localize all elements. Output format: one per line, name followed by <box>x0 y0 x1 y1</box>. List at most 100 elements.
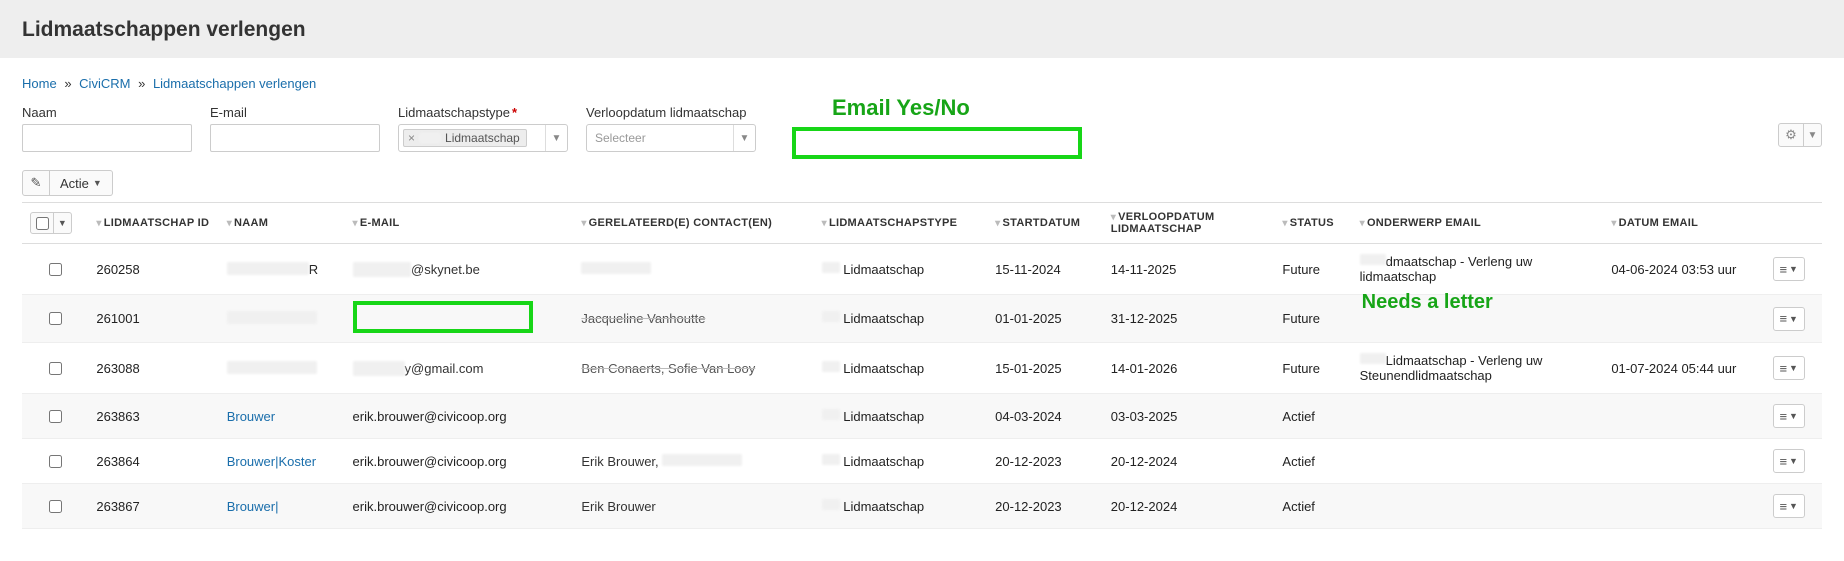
cell-gerelateerd: xxxxxxxx <box>573 244 813 295</box>
cell-datum-email <box>1603 484 1764 529</box>
edit-button[interactable]: ✎ <box>22 170 50 196</box>
row-menu-button[interactable]: ≡▼ <box>1773 404 1805 428</box>
list-icon: ≡ <box>1779 263 1787 276</box>
filters-row: Naam E-mail Lidmaatschapstype* × xx Lidm… <box>22 105 1822 152</box>
cell-onderwerp: xxxdmaatschap - Verleng uw lidmaatschap <box>1352 244 1604 295</box>
cell-type: xx Lidmaatschap <box>814 484 988 529</box>
settings-button[interactable]: ⚙ <box>1778 123 1804 147</box>
row-checkbox[interactable] <box>49 455 62 468</box>
cell-id: 263864 <box>88 439 218 484</box>
cell-startdatum: 20-12-2023 <box>987 484 1103 529</box>
filter-email-label: E-mail <box>210 105 380 120</box>
row-checkbox[interactable] <box>49 312 62 325</box>
filter-naam-input[interactable] <box>22 124 192 152</box>
th-verloop[interactable]: VERLOOPDATUM LIDMAATSCHAP <box>1111 211 1215 235</box>
th-id[interactable]: LIDMAATSCHAP ID <box>104 217 210 229</box>
cell-onderwerp: xxxLidmaatschap - Verleng uw Steunendlid… <box>1352 343 1604 394</box>
cell-email: erik.brouwer@civicoop.org <box>345 439 574 484</box>
row-menu-button[interactable]: ≡▼ <box>1773 449 1805 473</box>
select-all-checkbox[interactable] <box>36 217 49 230</box>
cell-verloopdatum: 31-12-2025 <box>1103 295 1275 343</box>
cell-naam: Brouwer <box>219 394 345 439</box>
gear-icon: ⚙ <box>1785 127 1797 143</box>
header-bar: Lidmaatschappen verlengen <box>0 0 1844 58</box>
cell-naam: xxxxxxxxxx <box>219 343 345 394</box>
chevron-down-icon[interactable]: ▼ <box>733 125 755 151</box>
th-status[interactable]: STATUS <box>1290 217 1334 229</box>
cell-gerelateerd: Erik Brouwer <box>573 484 813 529</box>
cell-verloopdatum: 14-01-2026 <box>1103 343 1275 394</box>
row-checkbox[interactable] <box>49 410 62 423</box>
settings-dropdown[interactable]: ▼ <box>1804 123 1822 147</box>
contact-link[interactable]: Brouwer| <box>227 499 279 514</box>
row-checkbox[interactable] <box>49 263 62 276</box>
cell-onderwerp: Needs a letter <box>1352 295 1604 343</box>
th-start[interactable]: STARTDATUM <box>1002 217 1080 229</box>
row-checkbox[interactable] <box>49 500 62 513</box>
cell-onderwerp <box>1352 439 1604 484</box>
chevron-down-icon[interactable]: ▼ <box>545 125 567 151</box>
row-menu-button[interactable]: ≡▼ <box>1773 356 1805 380</box>
annotation-needs-letter: Needs a letter <box>1362 291 1493 314</box>
chevron-down-icon: ▼ <box>1789 501 1798 511</box>
action-bar: ✎ Actie ▼ <box>22 170 1822 196</box>
filter-type-select[interactable]: × xx Lidmaatschap ▼ <box>398 124 568 152</box>
cell-onderwerp <box>1352 394 1604 439</box>
table-row: 263088xxxxxxxxxxxxxxxxxxy@gmail.comBen C… <box>22 343 1822 394</box>
chevron-down-icon: ▼ <box>1789 363 1798 373</box>
breadcrumb-current[interactable]: Lidmaatschappen verlengen <box>153 76 316 91</box>
annotation-filter-box <box>792 127 1082 159</box>
th-email[interactable]: E-MAIL <box>360 217 400 229</box>
breadcrumb-sep: » <box>138 76 145 91</box>
cell-email: xxxxxxxxy@gmail.com <box>345 343 574 394</box>
chevron-down-icon: ▼ <box>1789 264 1798 274</box>
row-menu-button[interactable]: ≡▼ <box>1773 307 1805 331</box>
cell-id: 263863 <box>88 394 218 439</box>
cell-gerelateerd: Jacqueline Vanhoutte <box>573 295 813 343</box>
th-gerel[interactable]: GERELATEERD(E) CONTACT(EN) <box>589 217 772 229</box>
annotation-empty-email-box <box>353 301 533 333</box>
annotation-email-yesno: Email Yes/No <box>832 95 970 121</box>
settings-button-group: ⚙ ▼ <box>1778 123 1822 147</box>
chevron-down-icon: ▼ <box>1789 411 1798 421</box>
breadcrumb-home[interactable]: Home <box>22 76 57 91</box>
cell-status: Actief <box>1274 394 1351 439</box>
list-icon: ≡ <box>1779 410 1787 423</box>
actie-button[interactable]: Actie ▼ <box>50 170 113 196</box>
cell-id: 261001 <box>88 295 218 343</box>
cell-startdatum: 15-01-2025 <box>987 343 1103 394</box>
select-all-dropdown[interactable]: ▼ <box>53 213 71 233</box>
cell-status: Future <box>1274 244 1351 295</box>
th-onderwerp[interactable]: ONDERWERP EMAIL <box>1367 217 1481 229</box>
th-datum-email[interactable]: DATUM EMAIL <box>1619 217 1698 229</box>
contact-link[interactable]: Brouwer|Koster <box>227 454 316 469</box>
filter-type-label: Lidmaatschapstype* <box>398 105 568 120</box>
cell-datum-email: 01-07-2024 05:44 uur <box>1603 343 1764 394</box>
cell-naam: xxxxxxxxR <box>219 244 345 295</box>
cell-verloopdatum: 14-11-2025 <box>1103 244 1275 295</box>
cell-datum-email <box>1603 394 1764 439</box>
filter-email-input[interactable] <box>210 124 380 152</box>
breadcrumb-sep: » <box>64 76 71 91</box>
results-table: ▼ ▾LIDMAATSCHAP ID ▾NAAM ▾E-MAIL ▾GERELA… <box>22 202 1822 529</box>
filter-verloop-placeholder: Selecteer <box>587 131 654 145</box>
cell-verloopdatum: 20-12-2024 <box>1103 439 1275 484</box>
th-naam[interactable]: NAAM <box>234 217 268 229</box>
cell-status: Actief <box>1274 484 1351 529</box>
filter-verloop-label: Verloopdatum lidmaatschap <box>586 105 756 120</box>
th-type[interactable]: LIDMAATSCHAPSTYPE <box>829 217 957 229</box>
filter-verloop-select[interactable]: Selecteer ▼ <box>586 124 756 152</box>
cell-datum-email: 04-06-2024 03:53 uur <box>1603 244 1764 295</box>
row-menu-button[interactable]: ≡▼ <box>1773 494 1805 518</box>
list-icon: ≡ <box>1779 455 1787 468</box>
cell-verloopdatum: 03-03-2025 <box>1103 394 1275 439</box>
select-all-control[interactable]: ▼ <box>30 212 72 234</box>
remove-tag-icon[interactable]: × <box>408 131 415 145</box>
cell-naam: xxxxxxxxxx <box>219 295 345 343</box>
contact-link[interactable]: Brouwer <box>227 409 275 424</box>
filter-type: Lidmaatschapstype* × xx Lidmaatschap ▼ <box>398 105 568 152</box>
row-menu-button[interactable]: ≡▼ <box>1773 257 1805 281</box>
breadcrumb-civicrm[interactable]: CiviCRM <box>79 76 130 91</box>
row-checkbox[interactable] <box>49 362 62 375</box>
cell-verloopdatum: 20-12-2024 <box>1103 484 1275 529</box>
